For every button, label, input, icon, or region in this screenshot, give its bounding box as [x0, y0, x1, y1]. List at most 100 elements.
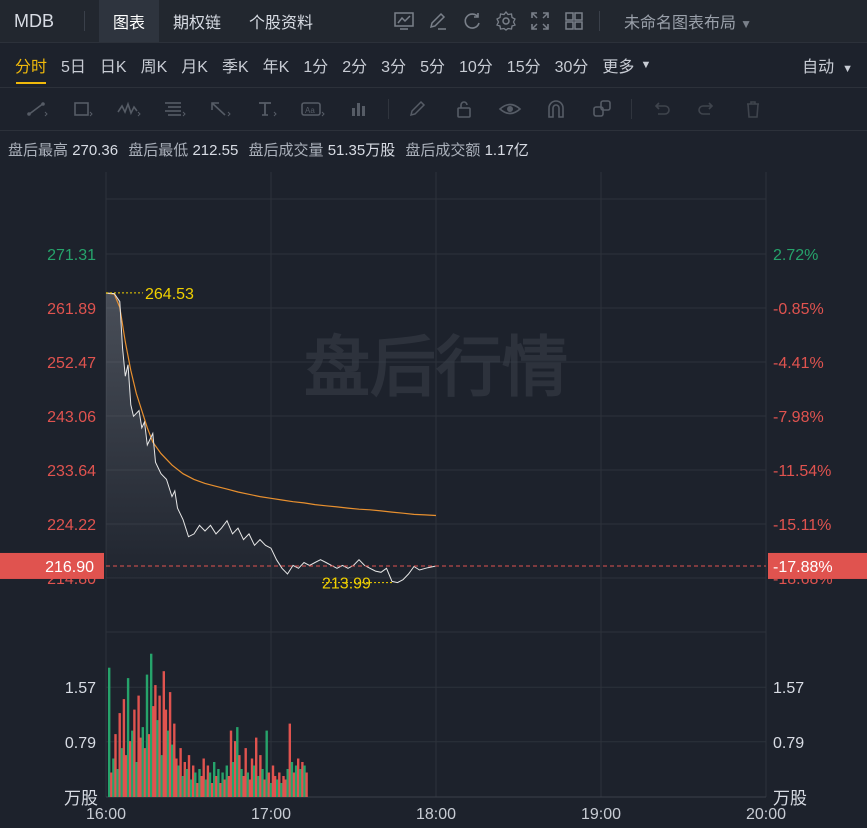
volume-bar [171, 744, 174, 797]
volume-bar [242, 776, 245, 797]
time-axis: 16:00 17:00 18:00 19:00 20:00 [86, 806, 786, 823]
volume-bar [112, 758, 115, 797]
volume-bars [108, 653, 308, 797]
volume-bar [231, 762, 235, 797]
volume-bar [305, 772, 308, 797]
volume-bar [246, 772, 249, 797]
volume-bar [110, 772, 113, 797]
volume-bar [189, 779, 193, 797]
volume-bar [202, 758, 205, 797]
volume-bar [210, 783, 214, 797]
volume-bar [244, 748, 247, 797]
volume-bar [183, 762, 186, 797]
volume-bar [299, 769, 302, 797]
volume-bar [292, 772, 296, 797]
time-tick-label: 16:00 [86, 806, 126, 823]
volume-bar [278, 772, 281, 797]
percent-tick-label: -11.54% [773, 463, 831, 480]
volume-bar [204, 779, 207, 797]
price-tick-label: 243.06 [47, 409, 96, 426]
high-marker-label: 264.53 [145, 286, 194, 303]
volume-bar [255, 737, 258, 797]
volume-bar [208, 772, 212, 797]
volume-bar [269, 783, 273, 797]
volume-bar [118, 713, 121, 797]
volume-bar [152, 706, 155, 797]
volume-bar [234, 741, 237, 797]
volume-bar [267, 772, 270, 797]
volume-bar [238, 755, 241, 797]
percent-tick-label: -0.85% [773, 301, 824, 318]
volume-bar [288, 723, 291, 797]
volume-bar [129, 741, 132, 797]
volume-bar [200, 776, 203, 797]
volume-tick-label: 1.57 [65, 680, 96, 697]
volume-bar [116, 769, 119, 797]
current-price-value: 216.90 [45, 559, 94, 576]
volume-bar [154, 685, 157, 797]
volume-bar [162, 671, 165, 797]
volume-bar [301, 762, 304, 797]
volume-bar [164, 709, 168, 797]
volume-bar [160, 755, 163, 797]
volume-bar [147, 734, 151, 797]
volume-bar [124, 755, 128, 797]
volume-bar [156, 720, 159, 797]
volume-bar [273, 776, 277, 797]
volume-bar [179, 748, 182, 797]
volume-bar [206, 765, 210, 797]
volume-bar [276, 779, 279, 797]
volume-bar [259, 755, 262, 797]
volume-bar [280, 783, 283, 797]
volume-bar [108, 667, 111, 797]
intraday-chart[interactable]: 盘后行情 264.53 213.99 271.31 261.89 252.47 243.06… [0, 0, 867, 828]
volume-bar [135, 762, 138, 797]
watermark-text: 盘后行情 [304, 330, 568, 404]
grid-lines [105, 172, 767, 798]
volume-bar [173, 723, 176, 797]
volume-bar [261, 769, 264, 797]
price-tick-label: 252.47 [47, 355, 96, 372]
volume-bar [290, 762, 294, 797]
volume-bar [223, 779, 226, 797]
volume-bar [177, 765, 180, 797]
time-tick-label: 20:00 [746, 806, 786, 823]
volume-bar [198, 769, 201, 797]
volume-bar [240, 769, 243, 797]
volume-bar [166, 730, 170, 797]
volume-bar [265, 730, 268, 797]
volume-bar [141, 727, 144, 797]
volume-bar [294, 765, 298, 797]
volume-bar [219, 783, 222, 797]
volume-bar [271, 765, 275, 797]
percent-axis-right: 2.72%-0.85%-4.41%-7.98%-11.54%-15.11%-18… [773, 247, 833, 588]
volume-bar [263, 779, 266, 797]
volume-bar [187, 755, 191, 797]
volume-bar [250, 758, 254, 797]
volume-bar [168, 692, 172, 797]
price-tick-label: 261.89 [47, 301, 96, 318]
volume-bar [139, 737, 142, 797]
volume-bar [248, 779, 252, 797]
percent-tick-label: -7.98% [773, 409, 824, 426]
volume-bar [120, 748, 123, 797]
volume-bar [282, 776, 285, 797]
time-tick-label: 17:00 [251, 806, 291, 823]
volume-bar [114, 734, 117, 797]
volume-bar [145, 674, 149, 797]
volume-bar [297, 758, 300, 797]
volume-bar [194, 772, 197, 797]
volume-bar [236, 727, 239, 797]
volume-bar [158, 695, 161, 797]
percent-tick-label: 2.72% [773, 247, 818, 264]
price-tick-label: 233.64 [47, 463, 96, 480]
volume-bar [227, 776, 231, 797]
volume-bar [225, 765, 228, 797]
time-tick-label: 18:00 [416, 806, 456, 823]
volume-tick-label: 0.79 [65, 735, 96, 752]
volume-bar [122, 699, 126, 797]
price-tick-label: 271.31 [47, 247, 96, 264]
low-marker-label: 213.99 [322, 576, 371, 593]
volume-bar [185, 769, 189, 797]
volume-bar [143, 748, 147, 797]
